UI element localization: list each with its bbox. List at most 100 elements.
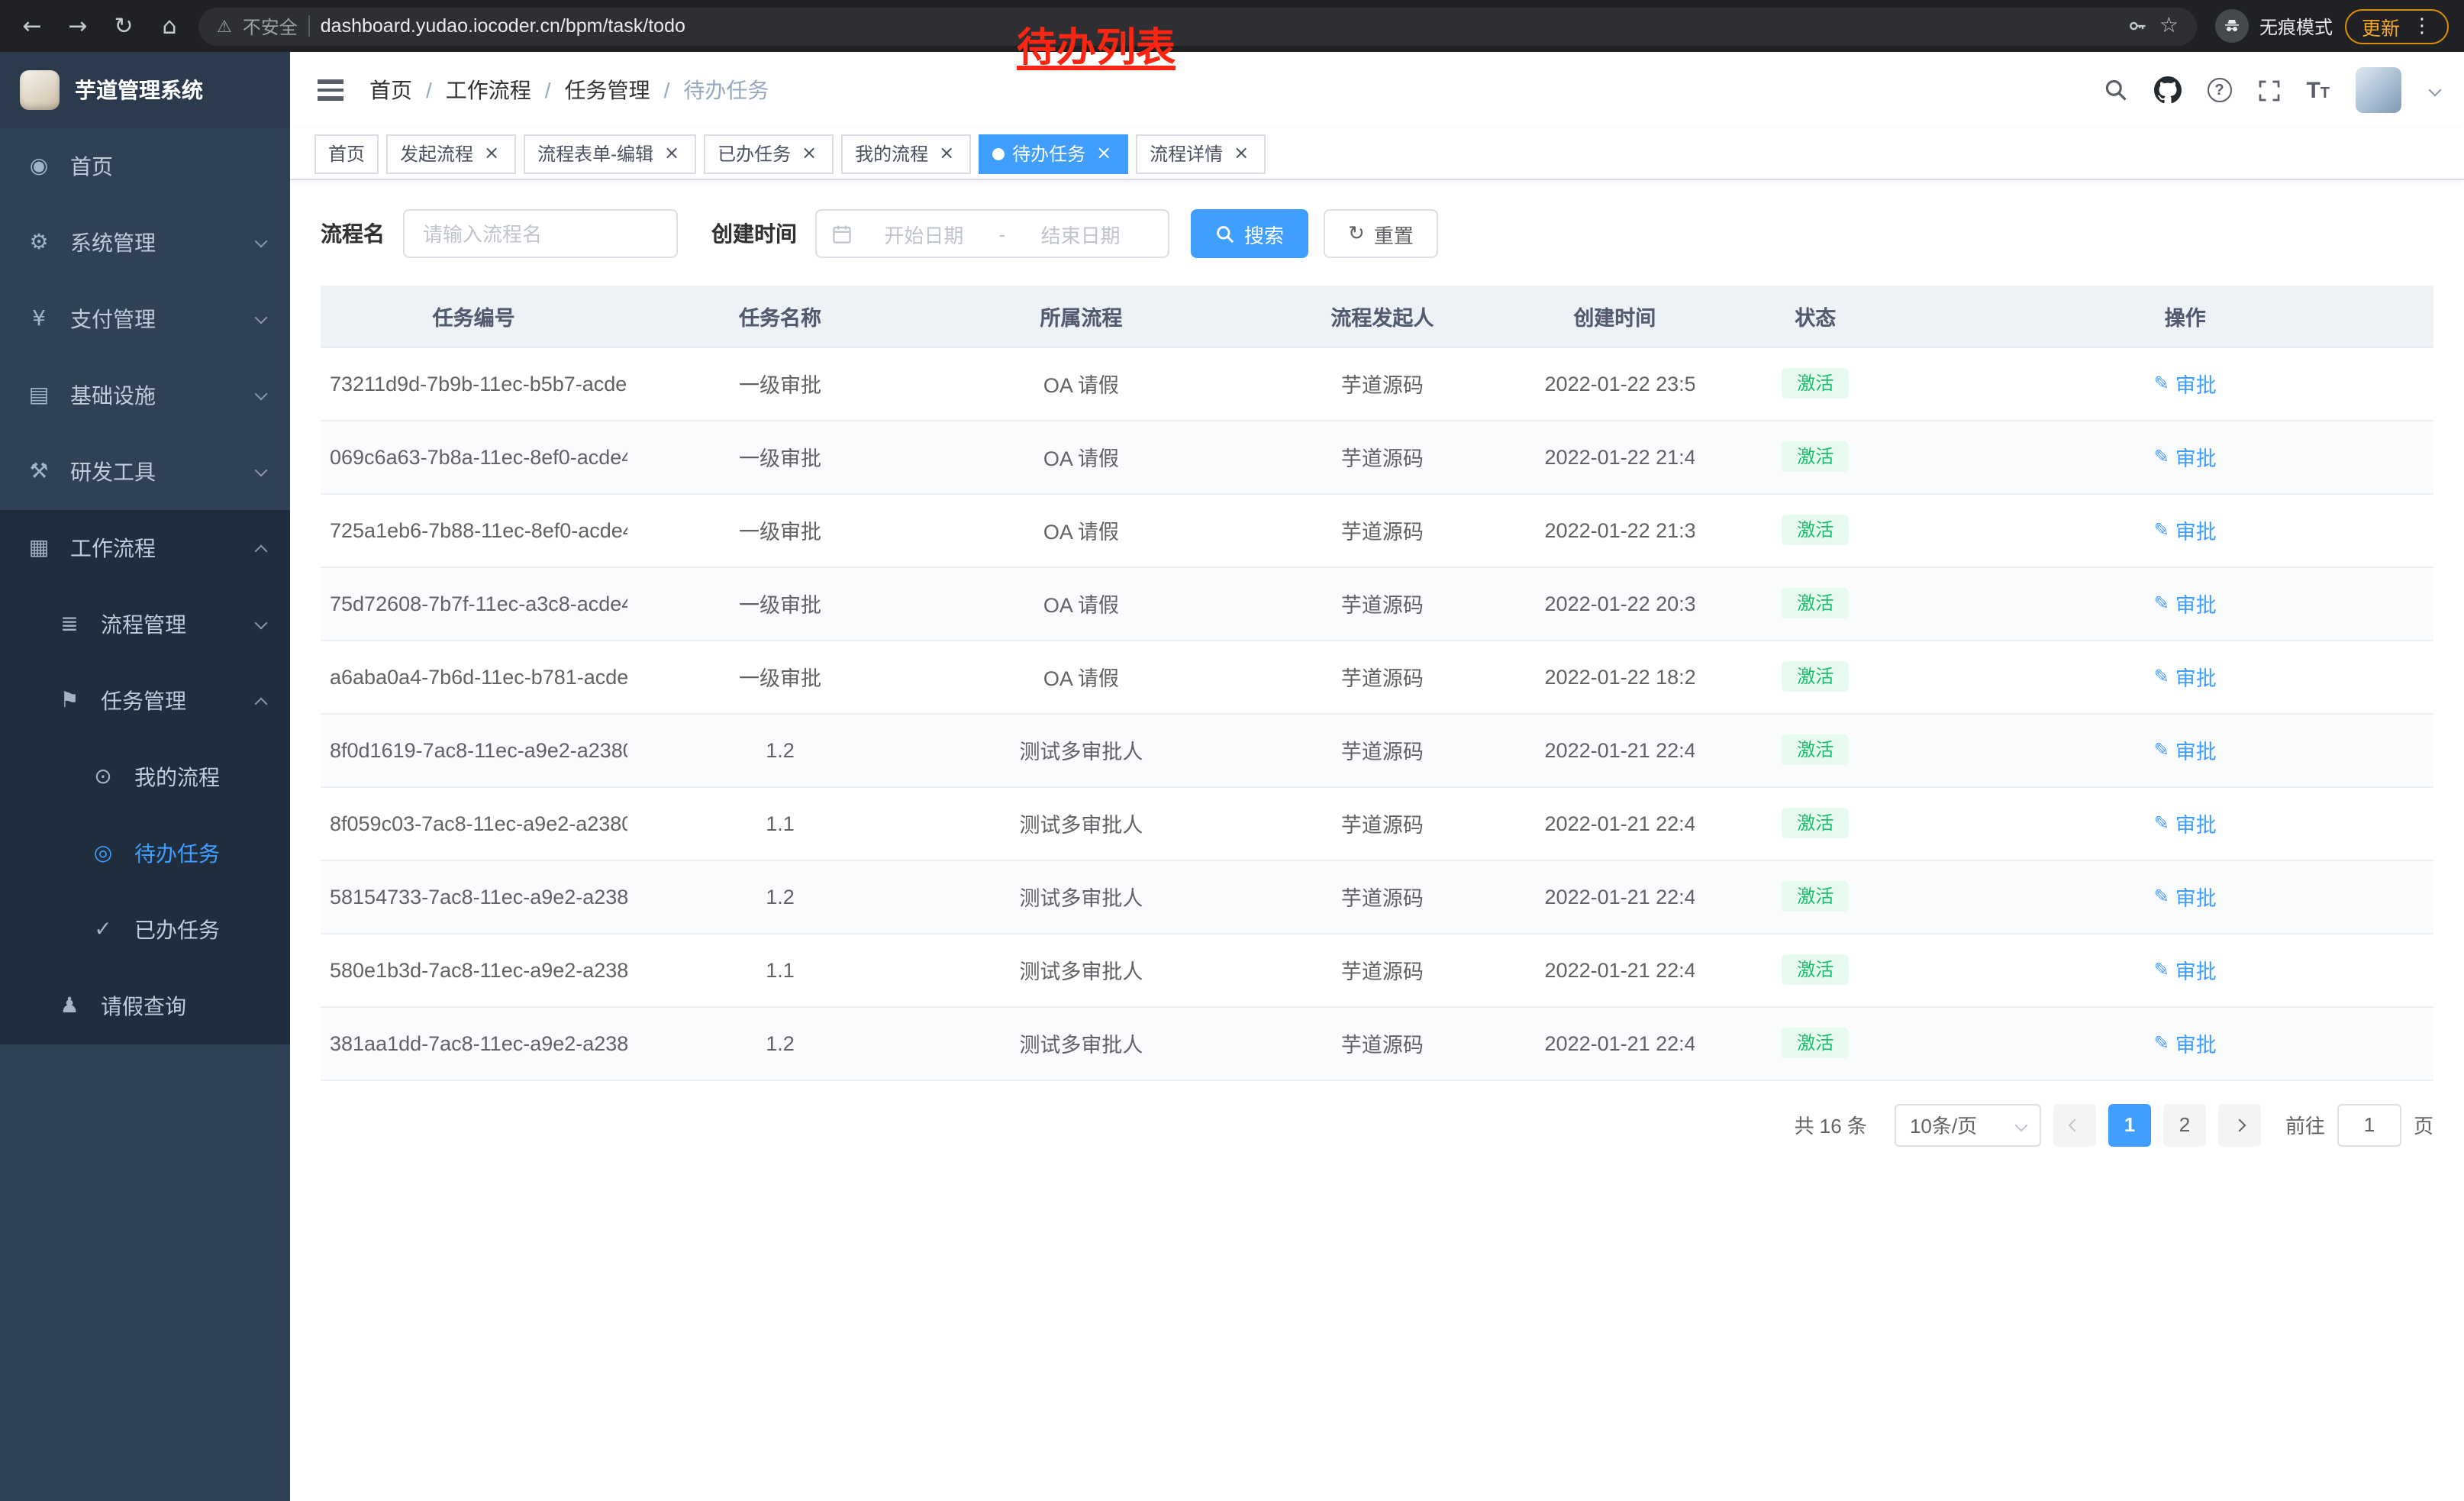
process-name-input[interactable] bbox=[403, 209, 678, 258]
tab-label: 我的流程 bbox=[855, 140, 928, 166]
chevron-down-icon[interactable] bbox=[2429, 84, 2442, 97]
tab-process-detail[interactable]: 流程详情 × bbox=[1136, 134, 1266, 173]
breadcrumb-separator: / bbox=[426, 78, 432, 102]
sidebar-item-system[interactable]: ⚙ 系统管理 bbox=[0, 205, 290, 281]
date-range-picker[interactable]: 开始日期 - 结束日期 bbox=[815, 209, 1169, 258]
sidebar-item-my-process[interactable]: ⊙ 我的流程 bbox=[0, 739, 290, 815]
close-icon[interactable]: × bbox=[936, 143, 957, 164]
logo-avatar bbox=[20, 70, 60, 110]
cell-task-id: 8f059c03-7ac8-11ec-a9e2-a2380e71991a bbox=[321, 786, 627, 860]
approve-link[interactable]: ✎ 审批 bbox=[2154, 661, 2217, 692]
sidebar-item-workflow[interactable]: ▦ 工作流程 bbox=[0, 510, 290, 586]
tab-label: 流程表单-编辑 bbox=[537, 140, 653, 166]
password-key-icon[interactable] bbox=[2127, 15, 2149, 37]
status-badge: 激活 bbox=[1782, 368, 1849, 399]
update-button[interactable]: 更新 ⋮ bbox=[2345, 8, 2449, 44]
process-list-icon: ≣ bbox=[55, 612, 84, 637]
approve-link[interactable]: ✎ 审批 bbox=[2154, 808, 2217, 838]
approve-link[interactable]: ✎ 审批 bbox=[2154, 881, 2217, 912]
approve-link[interactable]: ✎ 审批 bbox=[2154, 1028, 2217, 1058]
avatar[interactable] bbox=[2356, 67, 2401, 113]
reload-icon[interactable]: ↻ bbox=[107, 9, 140, 43]
search-icon[interactable] bbox=[2103, 78, 2127, 102]
cell-task-name: 一级审批 bbox=[627, 493, 933, 567]
fullscreen-icon[interactable] bbox=[2257, 79, 2280, 102]
tab-form-edit[interactable]: 流程表单-编辑 × bbox=[524, 134, 696, 173]
browser-home-icon[interactable]: ⌂ bbox=[153, 9, 186, 43]
help-icon[interactable]: ? bbox=[2207, 78, 2231, 102]
sidebar-collapse-button[interactable] bbox=[314, 79, 347, 101]
table-row: 381aa1dd-7ac8-11ec-a9e2-a2380e71991a 1.2… bbox=[321, 1006, 2433, 1080]
table-row: 75d72608-7b7f-11ec-a3c8-acde48001122 一级审… bbox=[321, 567, 2433, 640]
divider bbox=[308, 15, 310, 37]
tab-my-process[interactable]: 我的流程 × bbox=[841, 134, 971, 173]
approve-link[interactable]: ✎ 审批 bbox=[2154, 368, 2217, 399]
address-bar[interactable]: ⚠ 不安全 dashboard.yudao.iocoder.cn/bpm/tas… bbox=[198, 7, 2197, 45]
reset-button[interactable]: ↻ 重置 bbox=[1324, 209, 1438, 258]
menu-dots-icon[interactable]: ⋮ bbox=[2412, 15, 2432, 37]
sidebar-item-leave-query[interactable]: ♟ 请假查询 bbox=[0, 968, 290, 1044]
chevron-icon bbox=[255, 387, 268, 400]
next-page-button[interactable] bbox=[2218, 1103, 2261, 1146]
bookmark-star-icon[interactable]: ☆ bbox=[2159, 14, 2179, 38]
close-icon[interactable]: × bbox=[1230, 143, 1252, 164]
prev-page-button[interactable] bbox=[2053, 1103, 2096, 1146]
tab-done-tasks[interactable]: 已办任务 × bbox=[704, 134, 834, 173]
back-icon[interactable]: ← bbox=[15, 9, 49, 43]
sidebar-item-devtools[interactable]: ⚒ 研发工具 bbox=[0, 434, 290, 510]
tab-label: 待办任务 bbox=[1012, 140, 1085, 166]
sidebar-item-task-mgmt[interactable]: ⚑ 任务管理 bbox=[0, 663, 290, 739]
cell-task-id: 75d72608-7b7f-11ec-a3c8-acde48001122 bbox=[321, 567, 627, 640]
search-button[interactable]: 搜索 bbox=[1191, 209, 1308, 258]
edit-icon: ✎ bbox=[2154, 666, 2169, 687]
close-icon[interactable]: × bbox=[1093, 143, 1114, 164]
font-size-icon[interactable]: TT bbox=[2306, 77, 2330, 103]
sidebar-item-done-tasks[interactable]: ✓ 已办任务 bbox=[0, 892, 290, 968]
sidebar-item-home[interactable]: ◉ 首页 bbox=[0, 128, 290, 205]
tab-todo-tasks[interactable]: 待办任务 × bbox=[979, 134, 1128, 173]
close-icon[interactable]: × bbox=[481, 143, 502, 164]
approve-link[interactable]: ✎ 审批 bbox=[2154, 588, 2217, 618]
approve-link[interactable]: ✎ 审批 bbox=[2154, 441, 2217, 472]
cell-process: OA 请假 bbox=[934, 640, 1230, 713]
breadcrumb-item[interactable]: 首页 bbox=[369, 75, 412, 105]
tab-home[interactable]: 首页 × bbox=[314, 134, 379, 173]
sidebar-item-infrastructure[interactable]: ▤ 基础设施 bbox=[0, 357, 290, 434]
approve-link[interactable]: ✎ 审批 bbox=[2154, 734, 2217, 765]
status-badge: 激活 bbox=[1782, 881, 1849, 912]
breadcrumb-separator: / bbox=[664, 78, 670, 102]
forward-icon[interactable]: → bbox=[61, 9, 95, 43]
github-icon[interactable] bbox=[2153, 76, 2181, 104]
close-icon[interactable]: × bbox=[798, 143, 820, 164]
cell-task-name: 一级审批 bbox=[627, 567, 933, 640]
sidebar-item-payment[interactable]: ¥ 支付管理 bbox=[0, 281, 290, 357]
cell-task-id: 069c6a63-7b8a-11ec-8ef0-acde48001122 bbox=[321, 420, 627, 493]
tabs-bar: 首页 × 发起流程 × 流程表单-编辑 × bbox=[290, 128, 2464, 180]
breadcrumb-item[interactable]: 工作流程 bbox=[446, 75, 531, 105]
page-number-button[interactable]: 2 bbox=[2163, 1103, 2206, 1146]
table-row: a6aba0a4-7b6d-11ec-b781-acde48001122 一级审… bbox=[321, 640, 2433, 713]
filter-bar: 流程名 创建时间 开始日期 - 结束日期 bbox=[321, 209, 2433, 258]
breadcrumb: / 首页 / 工作流程 / 任务管理 bbox=[369, 75, 769, 105]
url-text: dashboard.yudao.iocoder.cn/bpm/task/todo bbox=[321, 15, 685, 37]
breadcrumb-item[interactable]: 待办任务 bbox=[683, 75, 769, 105]
page-number-button[interactable]: 1 bbox=[2108, 1103, 2151, 1146]
approve-link[interactable]: ✎ 审批 bbox=[2154, 515, 2217, 545]
close-icon[interactable]: × bbox=[661, 143, 682, 164]
tab-label: 发起流程 bbox=[400, 140, 473, 166]
sidebar-item-process-mgmt[interactable]: ≣ 流程管理 bbox=[0, 586, 290, 663]
breadcrumb-item[interactable]: 任务管理 bbox=[565, 75, 650, 105]
sidebar-item-todo-tasks[interactable]: ◎ 待办任务 bbox=[0, 815, 290, 892]
dashboard-icon: ◉ bbox=[24, 154, 53, 179]
cell-process: OA 请假 bbox=[934, 567, 1230, 640]
cell-initiator: 芋道源码 bbox=[1229, 493, 1535, 567]
app-window: 芋道管理系统 ◉ 首页 ⚙ 系统管理 bbox=[0, 52, 2464, 1501]
tab-start-process[interactable]: 发起流程 × bbox=[386, 134, 516, 173]
page-size-select[interactable]: 10条/页 bbox=[1895, 1103, 2041, 1146]
cell-created-time: 2022-01-22 23:53:32 bbox=[1536, 347, 1695, 420]
column-header: 所属流程 bbox=[934, 286, 1230, 347]
cell-task-id: 8f0d1619-7ac8-11ec-a9e2-a2380e71991a bbox=[321, 713, 627, 786]
page: ← → ↻ ⌂ ⚠ 不安全 dashboard.yudao.iocoder.cn… bbox=[0, 0, 2464, 1501]
goto-page-input[interactable] bbox=[2337, 1103, 2401, 1146]
approve-link[interactable]: ✎ 审批 bbox=[2154, 954, 2217, 985]
